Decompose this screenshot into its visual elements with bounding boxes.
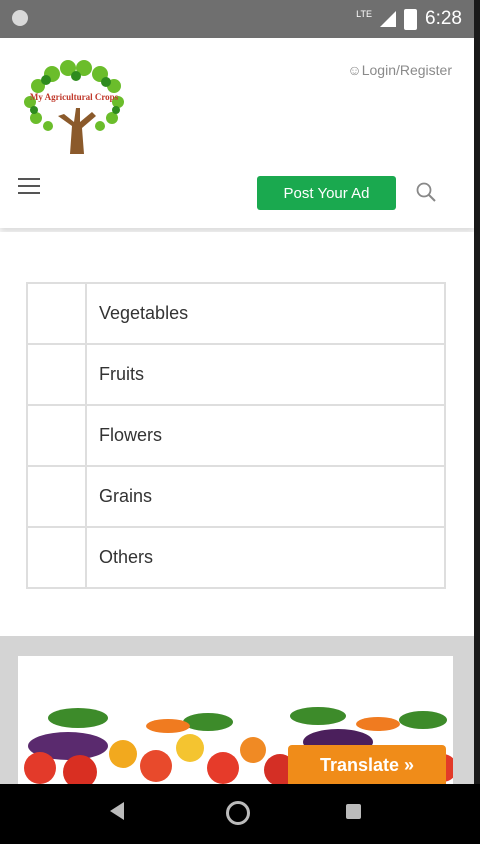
navigation-bar [0, 784, 480, 844]
logo-text: My Agricultural Crops [30, 92, 119, 102]
category-row[interactable]: Grains [26, 465, 446, 528]
category-label[interactable]: Grains [85, 465, 446, 528]
clock: 6:28 [425, 8, 462, 29]
status-icons: LTE 6:28 [356, 8, 462, 30]
signal-icon [380, 11, 397, 27]
category-row[interactable]: Fruits [26, 343, 446, 406]
login-register-link[interactable]: ☺Login/Register [347, 62, 452, 78]
category-label[interactable]: Vegetables [85, 282, 446, 345]
category-label[interactable]: Fruits [85, 343, 446, 406]
category-row[interactable]: Flowers [26, 404, 446, 467]
category-row[interactable]: Vegetables [26, 282, 446, 345]
post-ad-button[interactable]: Post Your Ad [257, 176, 396, 210]
category-table: Vegetables Fruits Flowers Grains Others [26, 282, 446, 589]
battery-icon [404, 8, 418, 30]
login-register-label: Login/Register [361, 62, 452, 78]
search-icon[interactable] [415, 181, 437, 203]
site-header: My Agricultural Crops ☺Login/Register Po… [0, 38, 474, 228]
recent-apps-icon[interactable] [346, 804, 361, 819]
category-icon-cell [26, 343, 87, 406]
logo-tree-icon[interactable]: My Agricultural Crops [18, 56, 130, 156]
hamburger-menu-icon[interactable] [18, 178, 40, 199]
network-type: LTE [356, 9, 373, 19]
category-row[interactable]: Others [26, 526, 446, 589]
category-icon-cell [26, 282, 87, 345]
category-icon-cell [26, 526, 87, 589]
translate-button[interactable]: Translate » [288, 745, 446, 785]
category-icon-cell [26, 465, 87, 528]
main-content: Vegetables Fruits Flowers Grains Others [0, 232, 474, 636]
user-icon: ☺ [347, 62, 362, 78]
home-icon[interactable] [226, 801, 250, 825]
category-label[interactable]: Others [85, 526, 446, 589]
notification-icon [12, 10, 28, 26]
status-bar: LTE 6:28 [0, 0, 474, 38]
screen-edge [474, 0, 480, 844]
category-label[interactable]: Flowers [85, 404, 446, 467]
category-icon-cell [26, 404, 87, 467]
back-icon[interactable] [110, 802, 124, 820]
